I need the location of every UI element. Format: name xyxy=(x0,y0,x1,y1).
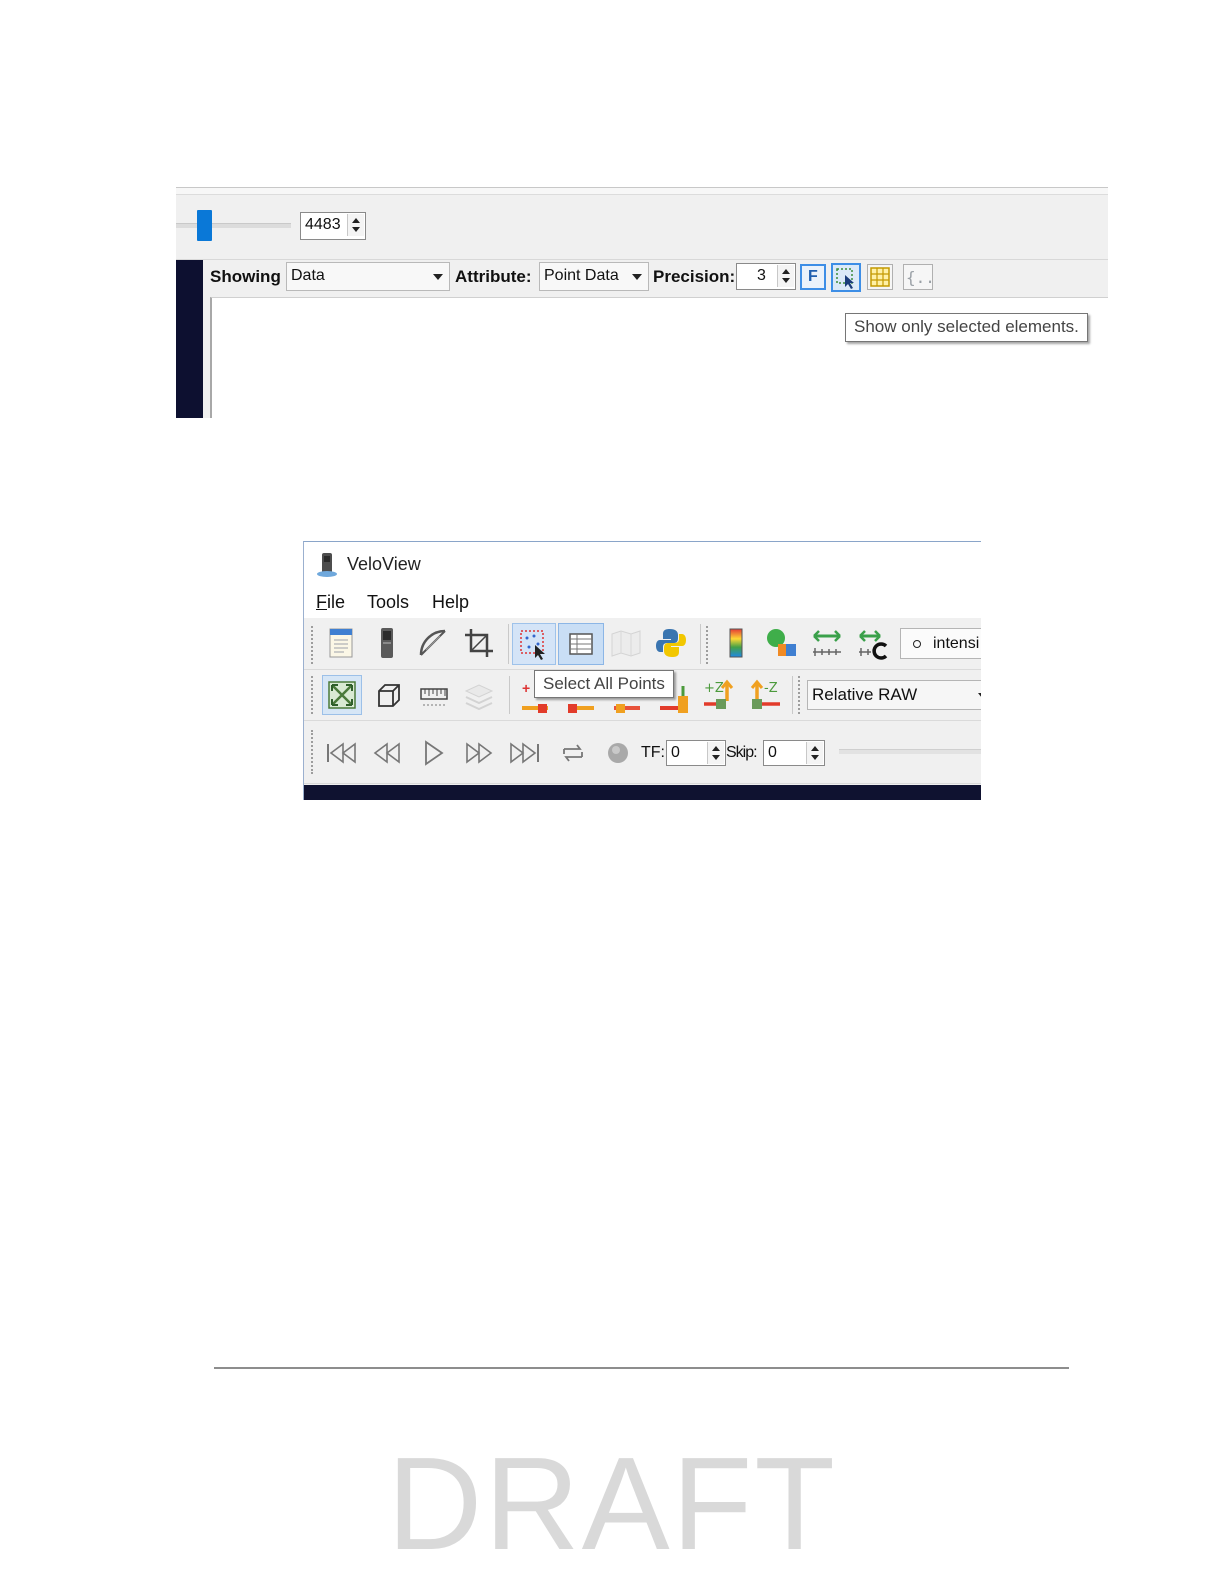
toggle-cell-button[interactable]: {..} xyxy=(903,264,945,290)
show-selected-button[interactable] xyxy=(831,263,861,292)
draft-watermark: DRAFT xyxy=(387,1430,837,1577)
last-frame-icon[interactable] xyxy=(508,736,542,770)
fixed-representation-button[interactable]: F xyxy=(800,264,826,290)
attribute-label: Attribute: xyxy=(455,267,532,286)
record-icon[interactable] xyxy=(601,736,635,770)
loop-icon[interactable] xyxy=(556,736,590,770)
calibration-mode-value: Relative RAW xyxy=(812,685,918,704)
select-all-points-tooltip: Select All Points xyxy=(534,670,674,698)
window-title: VeloView xyxy=(347,554,421,574)
veloview-window-screenshot: VeloView File Tools Help intensi + +Z -Z… xyxy=(303,541,981,800)
column-visibility-button[interactable] xyxy=(867,264,893,290)
open-file-icon[interactable] xyxy=(324,626,358,660)
toolbar-separator xyxy=(508,624,509,664)
menu-file-mnemonic: F xyxy=(316,592,327,612)
top-border xyxy=(176,187,1108,195)
toolbar-separator xyxy=(792,676,793,714)
menu-file[interactable]: File xyxy=(316,592,345,613)
point-data-icon xyxy=(913,640,921,648)
select-points-button[interactable] xyxy=(512,623,556,665)
title-bar: VeloView xyxy=(304,542,981,586)
map-icon[interactable] xyxy=(609,626,643,660)
spinbox-arrows-icon[interactable] xyxy=(777,265,794,287)
calibration-mode-combobox[interactable]: Relative RAW xyxy=(807,680,981,710)
frame-slider-handle[interactable] xyxy=(197,210,212,241)
reset-camera-icon xyxy=(328,681,356,709)
toolbar-grip[interactable] xyxy=(798,676,804,714)
toolbar-grip[interactable] xyxy=(311,676,317,714)
chevron-down-icon xyxy=(978,693,981,698)
precision-spinbox[interactable]: 3 xyxy=(736,263,796,290)
footer-rule xyxy=(214,1367,1069,1369)
distance-ruler-icon[interactable] xyxy=(810,626,844,660)
play-icon[interactable] xyxy=(416,736,450,770)
show-selected-icon xyxy=(836,268,854,289)
menu-help[interactable]: Help xyxy=(432,592,469,613)
tf-spinbox[interactable]: 0 xyxy=(666,740,726,766)
veloview-app-icon xyxy=(317,553,337,577)
spreadsheet-icon xyxy=(569,633,593,655)
render-view-edge xyxy=(176,260,203,418)
frame-slider-track[interactable] xyxy=(176,223,291,228)
showing-label: Showing xyxy=(210,267,281,286)
previous-frame-icon[interactable] xyxy=(370,736,404,770)
f-fixed-icon: F xyxy=(808,268,818,285)
precision-spinbox-value: 3 xyxy=(757,267,766,284)
skip-spinbox-value: 0 xyxy=(768,744,777,761)
chevron-down-icon xyxy=(632,274,642,280)
timeline-slider-track[interactable] xyxy=(839,749,981,754)
tf-label: TF: xyxy=(641,744,665,761)
toolbar-grip[interactable] xyxy=(706,626,712,664)
minus-z-icon[interactable]: -Z xyxy=(748,679,782,713)
frame-spinbox[interactable]: 4483 xyxy=(300,212,366,240)
frame-spinbox-value: 4483 xyxy=(305,216,341,233)
menu-tools[interactable]: Tools xyxy=(367,592,409,613)
skip-spinbox[interactable]: 0 xyxy=(763,740,825,766)
toolbar-grip[interactable] xyxy=(311,730,317,774)
color-legend-icon[interactable] xyxy=(719,626,753,660)
precision-label: Precision: xyxy=(653,267,736,286)
tf-spinbox-value: 0 xyxy=(671,744,680,761)
crop-icon[interactable] xyxy=(462,626,496,660)
show-selected-tooltip: Show only selected elements. xyxy=(845,313,1088,342)
color-array-value: intensi xyxy=(933,635,980,652)
toggle-cell-icon: {..} xyxy=(906,268,945,287)
toolbar-grip[interactable] xyxy=(311,626,317,664)
svg-text:{..}: {..} xyxy=(906,268,932,287)
chevron-down-icon xyxy=(433,274,443,280)
column-visibility-icon xyxy=(870,267,890,287)
layers-icon[interactable] xyxy=(462,679,496,713)
color-by-icon[interactable] xyxy=(764,626,798,660)
toolbar-separator xyxy=(509,676,510,714)
menu-file-rest: ile xyxy=(327,592,346,612)
ruler-grid-icon[interactable] xyxy=(417,679,451,713)
color-array-combobox[interactable]: intensi xyxy=(900,628,981,659)
plus-z-text: +Z xyxy=(704,681,724,696)
spinbox-arrows-icon[interactable] xyxy=(347,214,364,236)
spreadsheet-button[interactable] xyxy=(558,623,604,665)
spinbox-arrows-icon[interactable] xyxy=(707,742,724,764)
sensor-stream-icon[interactable] xyxy=(370,626,404,660)
toolbar-separator xyxy=(700,624,701,664)
arc-measure-icon[interactable] xyxy=(856,626,890,660)
attribute-combobox[interactable]: Point Data xyxy=(539,262,649,291)
spreadsheet-view-screenshot: 4483 Showing Data Attribute: Point Data … xyxy=(176,187,1108,418)
skip-label: Skip: xyxy=(726,744,758,761)
spinbox-arrows-icon[interactable] xyxy=(806,742,823,764)
measure-protractor-icon[interactable] xyxy=(416,626,450,660)
render-view-edge xyxy=(304,785,981,800)
next-frame-icon[interactable] xyxy=(462,736,496,770)
reset-camera-button[interactable] xyxy=(322,675,362,715)
plus-z-icon[interactable]: +Z xyxy=(702,679,736,713)
attribute-combobox-value: Point Data xyxy=(544,267,619,284)
showing-combobox[interactable]: Data xyxy=(286,262,450,291)
showing-combobox-value: Data xyxy=(291,267,325,284)
minus-z-text: -Z xyxy=(764,681,778,696)
first-frame-icon[interactable] xyxy=(324,736,358,770)
cube-view-icon[interactable] xyxy=(372,679,406,713)
python-shell-icon[interactable] xyxy=(654,626,688,660)
select-points-icon xyxy=(520,630,545,660)
